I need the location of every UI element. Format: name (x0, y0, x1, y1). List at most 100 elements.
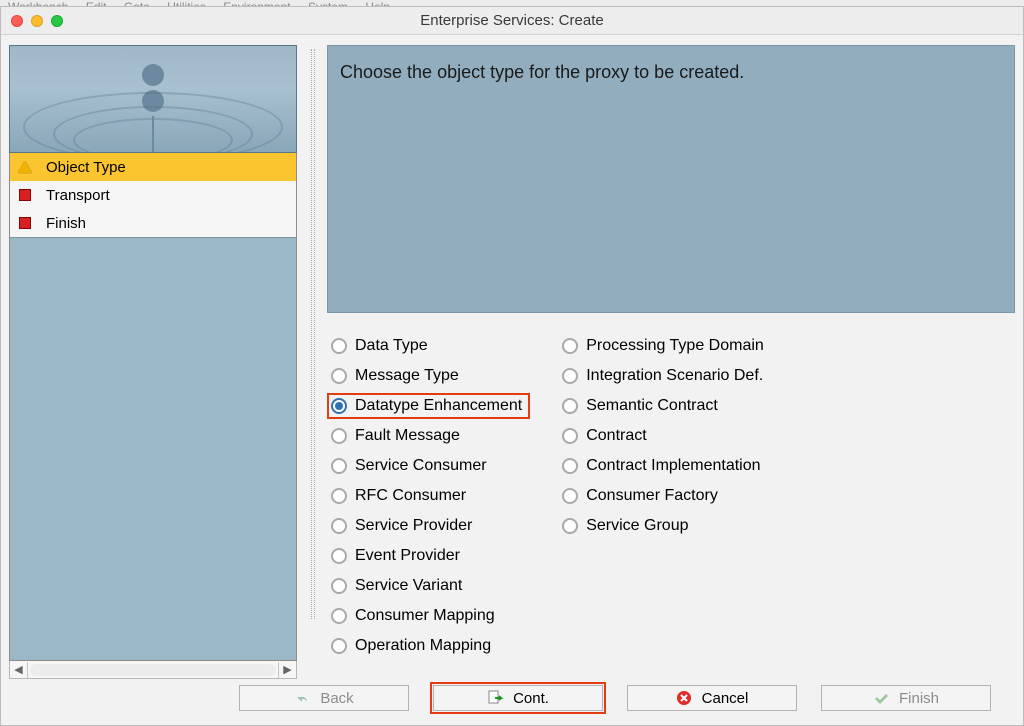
radio-datatype-enhancement[interactable]: Datatype Enhancement (331, 395, 522, 417)
radio-icon (562, 368, 578, 384)
zoom-icon[interactable] (51, 15, 63, 27)
button-label: Back (320, 690, 353, 707)
minimize-icon[interactable] (31, 15, 43, 27)
radio-service-variant[interactable]: Service Variant (331, 575, 522, 597)
radio-fault-message[interactable]: Fault Message (331, 425, 522, 447)
option-label: Service Variant (355, 577, 462, 595)
instruction-text: Choose the object type for the proxy to … (340, 62, 744, 82)
button-label: Cont. (513, 690, 549, 707)
stop-icon (18, 216, 32, 230)
button-label: Cancel (702, 690, 749, 707)
options-column-left: Data Type Message Type Datatype Enhancem… (331, 335, 522, 657)
option-label: Event Provider (355, 547, 460, 565)
option-label: Processing Type Domain (586, 337, 764, 355)
scroll-right-icon[interactable]: ▶ (278, 662, 296, 678)
cancel-icon (676, 690, 692, 706)
warning-icon (18, 160, 32, 174)
radio-icon (331, 488, 347, 504)
radio-service-provider[interactable]: Service Provider (331, 515, 522, 537)
option-label: Operation Mapping (355, 637, 491, 655)
radio-icon (331, 578, 347, 594)
radio-icon (331, 518, 347, 534)
option-label: Datatype Enhancement (355, 397, 522, 415)
radio-event-provider[interactable]: Event Provider (331, 545, 522, 567)
option-label: Contract (586, 427, 646, 445)
radio-processing-type-domain[interactable]: Processing Type Domain (562, 335, 764, 357)
radio-icon (562, 488, 578, 504)
option-label: Service Group (586, 517, 688, 535)
radio-message-type[interactable]: Message Type (331, 365, 522, 387)
finish-icon (873, 690, 889, 706)
radio-data-type[interactable]: Data Type (331, 335, 522, 357)
radio-contract[interactable]: Contract (562, 425, 764, 447)
option-label: Integration Scenario Def. (586, 367, 763, 385)
option-label: Consumer Factory (586, 487, 718, 505)
radio-consumer-mapping[interactable]: Consumer Mapping (331, 605, 522, 627)
radio-consumer-factory[interactable]: Consumer Factory (562, 485, 764, 507)
step-object-type[interactable]: Object Type (10, 153, 296, 181)
radio-rfc-consumer[interactable]: RFC Consumer (331, 485, 522, 507)
step-label: Finish (46, 215, 86, 232)
wizard-buttons: Back Cont. Cancel Finish (239, 685, 991, 715)
close-icon[interactable] (11, 15, 23, 27)
back-button[interactable]: Back (239, 685, 409, 711)
option-label: Semantic Contract (586, 397, 718, 415)
button-label: Finish (899, 690, 939, 707)
option-label: Service Consumer (355, 457, 487, 475)
radio-icon (562, 428, 578, 444)
roadmap-steps: Object Type Transport Finish (9, 153, 297, 661)
radio-service-group[interactable]: Service Group (562, 515, 764, 537)
option-label: Data Type (355, 337, 428, 355)
finish-button[interactable]: Finish (821, 685, 991, 711)
radio-icon (331, 338, 347, 354)
back-icon (294, 690, 310, 706)
option-label: Consumer Mapping (355, 607, 495, 625)
radio-icon (331, 368, 347, 384)
step-finish[interactable]: Finish (10, 209, 296, 237)
step-label: Object Type (46, 159, 126, 176)
continue-button[interactable]: Cont. (433, 685, 603, 711)
option-label: RFC Consumer (355, 487, 466, 505)
wizard-sidebar: Object Type Transport Finish ◀ ▶ (9, 45, 297, 679)
radio-icon (562, 398, 578, 414)
option-label: Fault Message (355, 427, 460, 445)
roadmap-fill (10, 237, 296, 660)
radio-semantic-contract[interactable]: Semantic Contract (562, 395, 764, 417)
cancel-button[interactable]: Cancel (627, 685, 797, 711)
radio-icon (331, 458, 347, 474)
radio-service-consumer[interactable]: Service Consumer (331, 455, 522, 477)
step-transport[interactable]: Transport (10, 181, 296, 209)
radio-contract-implementation[interactable]: Contract Implementation (562, 455, 764, 477)
window-controls (11, 15, 63, 27)
continue-icon (487, 690, 503, 706)
radio-icon (331, 428, 347, 444)
radio-icon (331, 638, 347, 654)
titlebar: Enterprise Services: Create (1, 7, 1023, 35)
wizard-page: Choose the object type for the proxy to … (327, 45, 1015, 679)
radio-icon (331, 398, 347, 414)
radio-icon (331, 608, 347, 624)
option-label: Message Type (355, 367, 459, 385)
options-column-right: Processing Type Domain Integration Scena… (562, 335, 764, 657)
scroll-track[interactable] (30, 664, 276, 676)
stop-icon (18, 188, 32, 202)
radio-icon (562, 518, 578, 534)
instruction-panel: Choose the object type for the proxy to … (327, 45, 1015, 313)
radio-operation-mapping[interactable]: Operation Mapping (331, 635, 522, 657)
option-label: Contract Implementation (586, 457, 760, 475)
radio-icon (562, 458, 578, 474)
radio-icon (562, 338, 578, 354)
sidebar-hscrollbar[interactable]: ◀ ▶ (9, 661, 297, 679)
option-label: Service Provider (355, 517, 472, 535)
radio-icon (331, 548, 347, 564)
radio-integration-scenario-def[interactable]: Integration Scenario Def. (562, 365, 764, 387)
splitter[interactable] (309, 45, 315, 679)
object-type-options: Data Type Message Type Datatype Enhancem… (327, 313, 1015, 657)
content-area: Object Type Transport Finish ◀ ▶ (1, 35, 1023, 679)
roadmap-banner (9, 45, 297, 153)
scroll-left-icon[interactable]: ◀ (10, 662, 28, 678)
dialog-window: Enterprise Services: Create Object Type … (0, 6, 1024, 726)
highlight-annotation: Datatype Enhancement (327, 393, 530, 419)
step-label: Transport (46, 187, 110, 204)
window-title: Enterprise Services: Create (1, 12, 1023, 29)
